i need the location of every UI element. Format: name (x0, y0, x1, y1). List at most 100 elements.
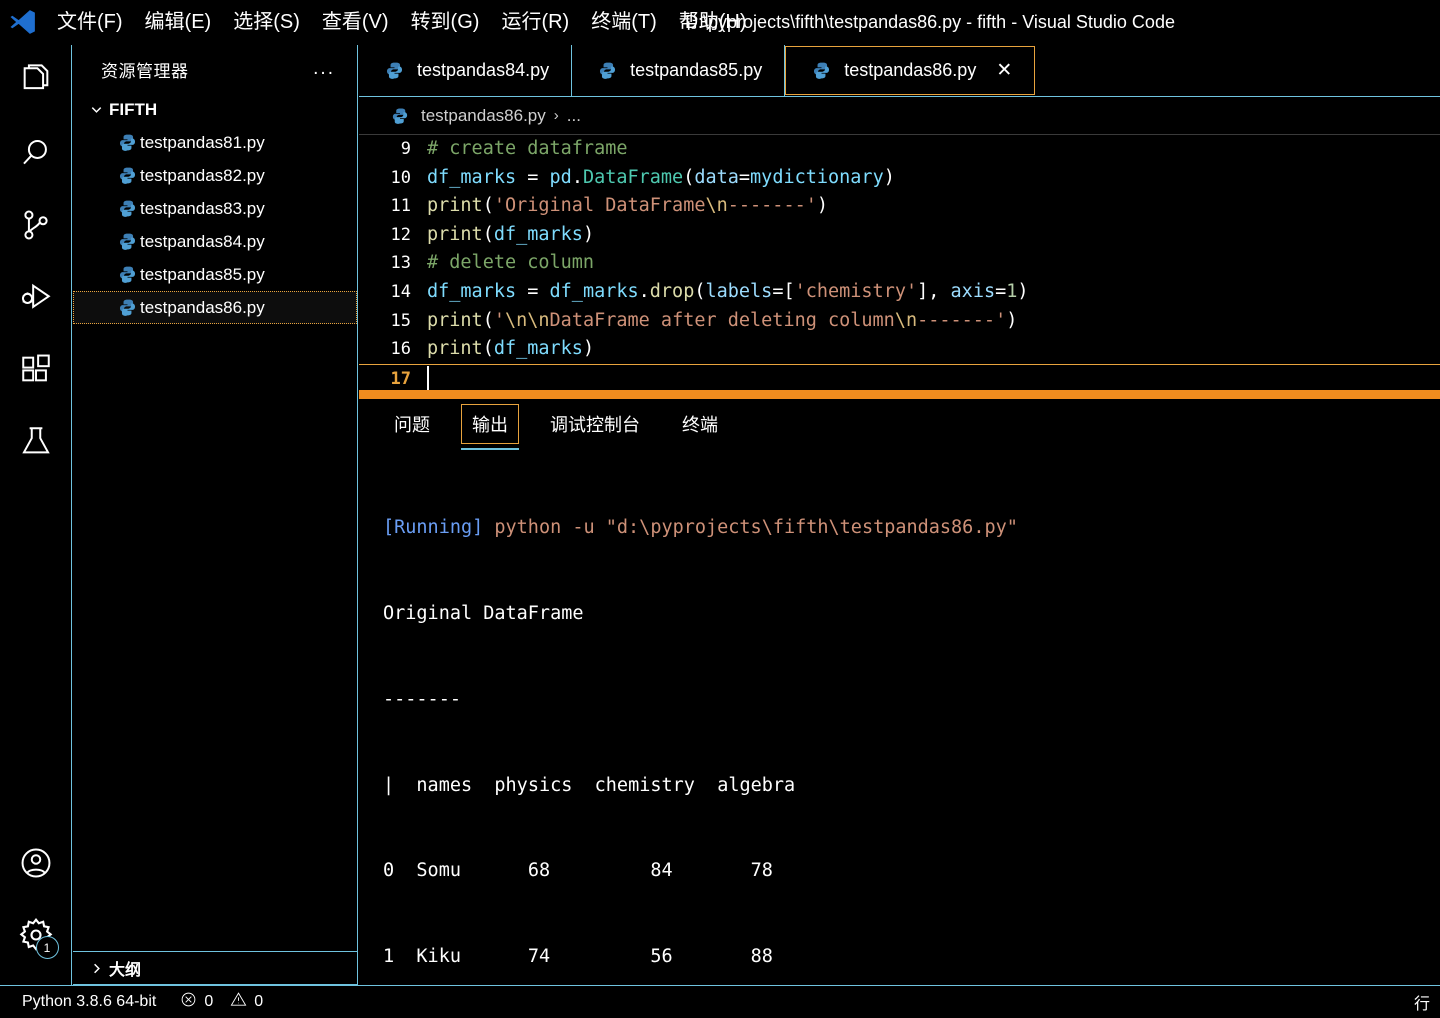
output-title-1: Original DataFrame (383, 602, 584, 624)
line-number: 12 (390, 224, 411, 245)
breadcrumb-file[interactable]: testpandas86.py (421, 106, 546, 126)
python-file-icon (114, 133, 140, 153)
status-problems[interactable]: 0 0 (180, 991, 263, 1013)
bottom-panel: 问题 输出 调试控制台 终端 [Running] python -u "d:\p… (359, 399, 1440, 1014)
activity-testing-icon[interactable] (0, 405, 72, 477)
close-icon[interactable]: ✕ (996, 61, 1012, 80)
menu-edit[interactable]: 编辑(E) (134, 5, 223, 39)
outline-section-header[interactable]: 大纲 (73, 951, 357, 985)
cell-names: Somu (416, 860, 461, 882)
error-count: 0 (204, 993, 214, 1010)
cell-names: Kiku (416, 946, 461, 968)
file-item-testpandas85[interactable]: testpandas85.py (73, 258, 357, 291)
activity-run-debug-icon[interactable] (0, 261, 72, 333)
line-number: 11 (390, 196, 411, 217)
code-line: 12 print(df_marks) (359, 221, 1440, 250)
breadcrumb: testpandas86.py › ... (359, 97, 1440, 135)
outline-label: 大纲 (109, 962, 142, 979)
menu-selection[interactable]: 选择(S) (222, 5, 311, 39)
error-icon (180, 991, 197, 1013)
status-line-indicator[interactable]: 行 (1414, 990, 1430, 1014)
file-item-testpandas83[interactable]: testpandas83.py (73, 192, 357, 225)
file-tree: FIFTH testpandas81.py testpandas82.py te… (73, 93, 357, 951)
explorer-more-actions-icon[interactable]: ... (313, 59, 335, 78)
row-index: 1 (383, 946, 395, 968)
line-number: 16 (390, 339, 411, 360)
menu-bar: 文件(F) 编辑(E) 选择(S) 查看(V) 转到(G) 运行(R) 终端(T… (46, 5, 758, 39)
file-item-testpandas81[interactable]: testpandas81.py (73, 126, 357, 159)
file-item-label: testpandas82.py (140, 165, 265, 185)
activity-source-control-icon[interactable] (0, 189, 72, 261)
activity-account-icon[interactable] (0, 827, 72, 899)
vscode-logo-icon (0, 7, 46, 37)
menu-run[interactable]: 运行(R) (490, 5, 580, 39)
explorer-title: 资源管理器 (101, 61, 189, 81)
panel-tab-problems[interactable]: 问题 (383, 404, 441, 444)
explorer-header: 资源管理器 ... (73, 45, 357, 93)
tree-root-fifth[interactable]: FIFTH (73, 93, 357, 126)
file-item-label: testpandas86.py (140, 297, 265, 317)
title-bar: 文件(F) 编辑(E) 选择(S) 查看(V) 转到(G) 运行(R) 终端(T… (0, 0, 1440, 45)
code-line-text: df_marks = pd.DataFrame(data=mydictionar… (427, 166, 895, 188)
panel-tab-debug-console[interactable]: 调试控制台 (539, 404, 651, 444)
warning-icon (230, 991, 247, 1013)
python-version-label: Python 3.8.6 64-bit (22, 993, 157, 1010)
code-editor[interactable]: 9 # create dataframe 10 df_marks = pd.Da… (359, 135, 1440, 390)
line-number: 10 (390, 167, 411, 188)
tab-testpandas85[interactable]: testpandas85.py (572, 45, 786, 96)
breadcrumb-tail[interactable]: ... (567, 106, 581, 126)
table-index-header: | (383, 774, 395, 796)
table-row: 0 Somu 68 84 78 (383, 857, 1440, 886)
column-header: names (416, 774, 473, 796)
output-running-line: [Running] python -u "d:\pyprojects\fifth… (383, 514, 1440, 543)
code-line-text: # delete column (427, 252, 595, 274)
tab-testpandas86[interactable]: testpandas86.py ✕ (785, 46, 1036, 95)
python-file-icon (114, 166, 140, 186)
code-line-active: 17 (359, 363, 1440, 390)
line-number-active: 17 (390, 368, 411, 389)
activity-settings-gear-icon[interactable]: 1 (0, 899, 72, 971)
menu-file[interactable]: 文件(F) (46, 5, 134, 39)
tab-label: testpandas85.py (630, 60, 763, 80)
column-header: algebra (717, 774, 796, 796)
code-line-text: print('Original DataFrame\n-------') (427, 195, 828, 217)
activity-explorer-icon[interactable] (0, 45, 72, 117)
status-bar-left: Python 3.8.6 64-bit 0 0 (0, 991, 263, 1013)
menu-terminal[interactable]: 终端(T) (580, 5, 668, 39)
activity-search-icon[interactable] (0, 117, 72, 189)
file-item-testpandas82[interactable]: testpandas82.py (73, 159, 357, 192)
code-line-text: print(df_marks) (427, 338, 595, 360)
cell-algebra: 78 (750, 860, 773, 882)
vscode-window: 文件(F) 编辑(E) 选择(S) 查看(V) 转到(G) 运行(R) 终端(T… (0, 0, 1440, 1018)
settings-badge-count: 1 (35, 936, 59, 959)
tab-testpandas84[interactable]: testpandas84.py (359, 45, 573, 96)
explorer-sidebar: 资源管理器 ... FIFTH testpandas81.py testpand… (73, 45, 358, 985)
running-command: python -u "d:\pyprojects\fifth\testpanda… (483, 517, 1018, 539)
menu-view[interactable]: 查看(V) (311, 5, 400, 39)
python-file-icon (114, 199, 140, 219)
cell-physics: 74 (527, 946, 551, 968)
output-view[interactable]: [Running] python -u "d:\pyprojects\fifth… (359, 449, 1440, 1014)
file-item-label: testpandas81.py (140, 132, 265, 152)
line-number: 15 (390, 310, 411, 331)
line-number: 9 (400, 139, 411, 159)
python-file-icon (381, 61, 407, 81)
code-line: 10 df_marks = pd.DataFrame(data=mydictio… (359, 164, 1440, 193)
panel-tab-output[interactable]: 输出 (461, 404, 519, 450)
panel-tab-terminal[interactable]: 终端 (671, 404, 729, 444)
file-item-label: testpandas84.py (140, 231, 265, 251)
python-file-icon (114, 265, 140, 285)
code-line: 14 df_marks = df_marks.drop(labels=['che… (359, 278, 1440, 307)
status-bar-right: 行 (1414, 990, 1440, 1014)
code-line-text: print(df_marks) (427, 223, 595, 245)
chevron-right-icon (83, 961, 109, 976)
menu-go[interactable]: 转到(G) (400, 5, 491, 39)
file-item-testpandas84[interactable]: testpandas84.py (73, 225, 357, 258)
panel-resize-sash[interactable] (359, 390, 1440, 399)
running-tag: [Running] (383, 517, 484, 539)
file-item-testpandas86[interactable]: testpandas86.py (73, 291, 357, 324)
activity-extensions-icon[interactable] (0, 333, 72, 405)
table-header-row: | names physics chemistry algebra (383, 772, 1440, 801)
menu-help[interactable]: 帮助(H) (668, 5, 758, 39)
status-python-version[interactable]: Python 3.8.6 64-bit (22, 993, 156, 1011)
